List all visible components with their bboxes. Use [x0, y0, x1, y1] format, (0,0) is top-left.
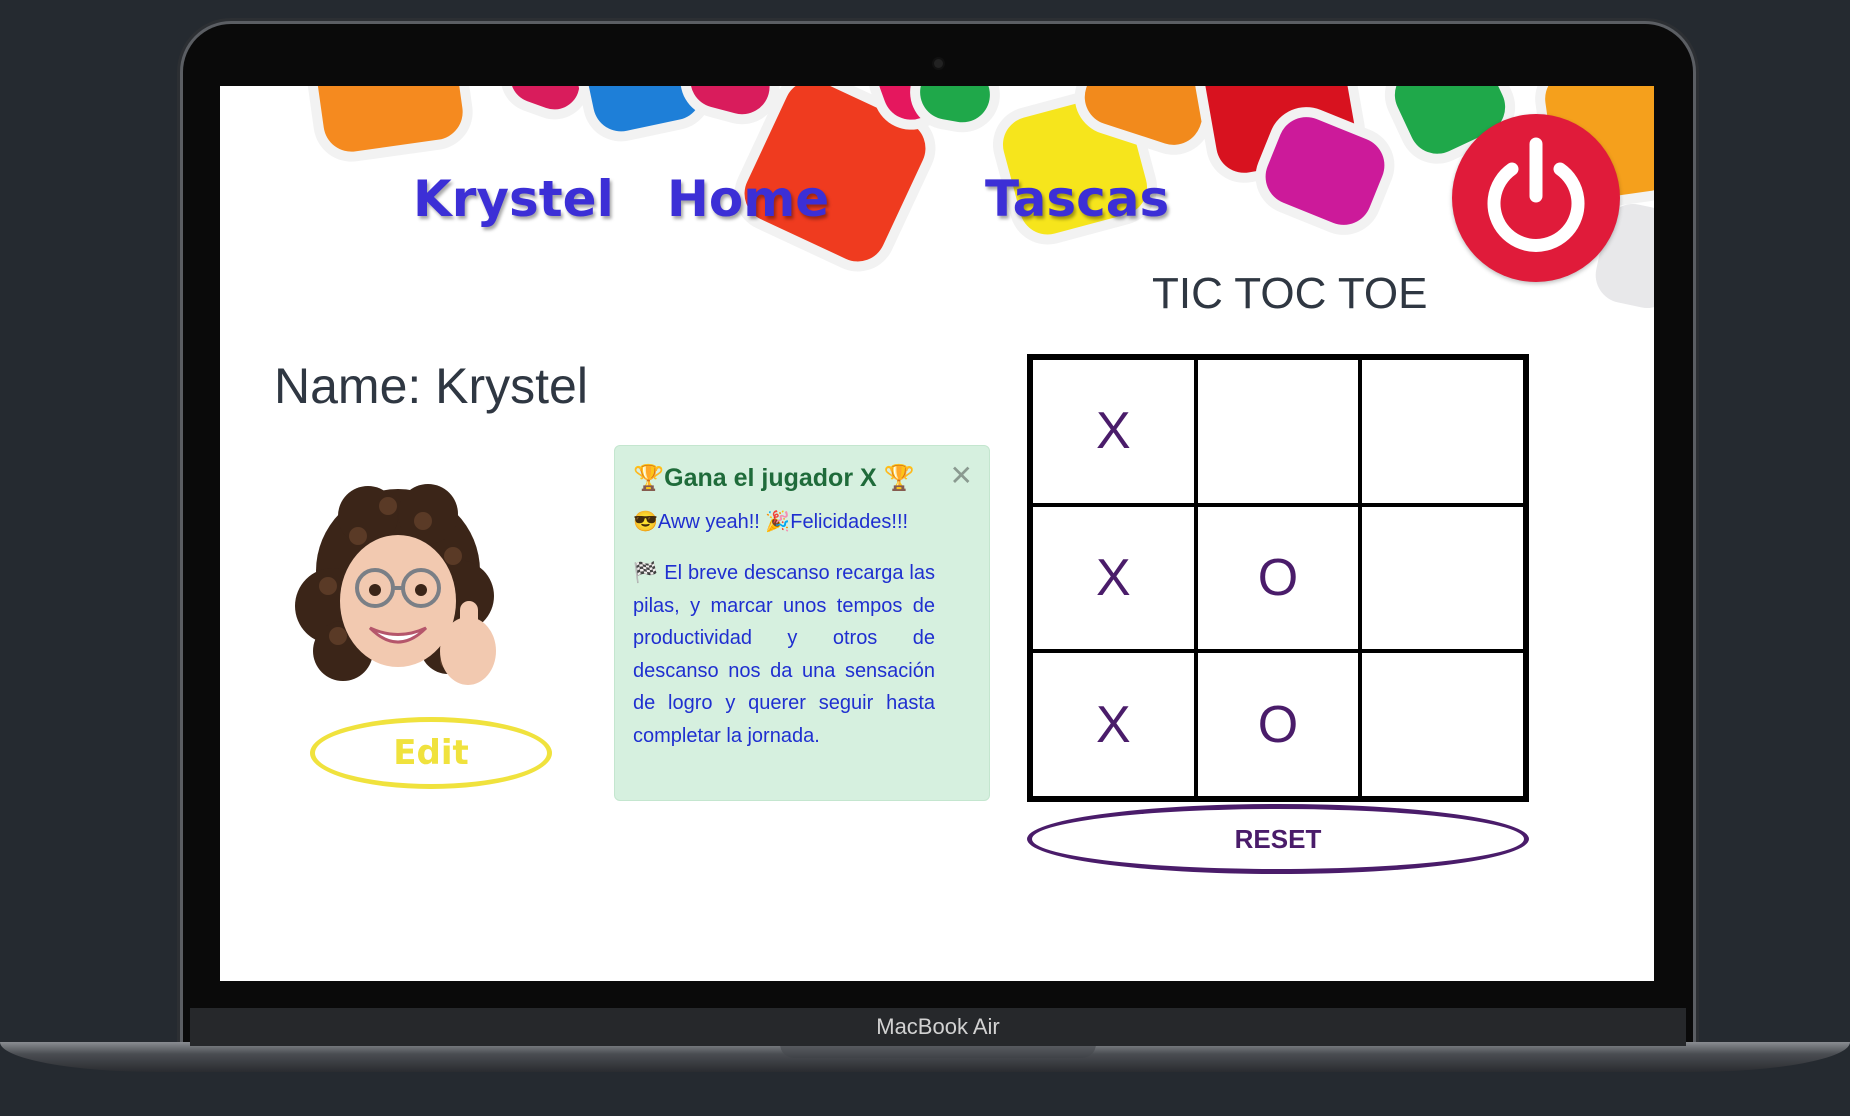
laptop-chin: MacBook Air	[190, 1008, 1686, 1046]
game-title: TIC TOC TOE	[1152, 269, 1428, 318]
board-cell[interactable]: X	[1031, 358, 1196, 505]
reset-button[interactable]: RESET	[1027, 804, 1529, 874]
browser-screen: Krystel Home Tascas TIC TOC TOE Name: Kr…	[220, 86, 1654, 981]
alert-title: 🏆Gana el jugador X 🏆	[633, 464, 915, 492]
alert-subtitle: 😎Aww yeah!! 🎉Felicidades!!!	[633, 511, 909, 533]
edit-button[interactable]: Edit	[310, 717, 552, 789]
alert-body: 🏁 El breve descanso recarga las pilas, y…	[633, 562, 935, 747]
board-cell[interactable]	[1360, 651, 1525, 798]
mockup-stage: MacBook Air Krystel Home Tascas TIC TOC …	[0, 0, 1850, 1116]
board-cell[interactable]	[1195, 358, 1361, 505]
board-cell[interactable]: O	[1195, 504, 1361, 652]
board-cell[interactable]: O	[1195, 651, 1361, 798]
device-label: MacBook Air	[876, 1014, 1000, 1039]
power-icon	[1487, 137, 1585, 252]
board-cell[interactable]: X	[1031, 504, 1196, 652]
nav-link-home[interactable]: Home	[667, 170, 829, 228]
game-board: X X O X O	[1027, 354, 1529, 802]
close-icon[interactable]: ✕	[950, 462, 973, 490]
profile-name-heading: Name: Krystel	[274, 358, 588, 414]
nav-link-krystel[interactable]: Krystel	[413, 170, 614, 228]
board-cell[interactable]	[1360, 504, 1525, 652]
avatar	[295, 484, 496, 685]
win-alert: 🏆Gana el jugador X 🏆 ✕ 😎Aww yeah!! 🎉Feli…	[614, 445, 990, 801]
board-cell[interactable]	[1360, 358, 1525, 505]
board-cell[interactable]: X	[1031, 651, 1196, 798]
logout-button[interactable]	[1452, 114, 1620, 282]
nav-link-tascas[interactable]: Tascas	[985, 170, 1169, 228]
camera-icon	[934, 59, 943, 68]
